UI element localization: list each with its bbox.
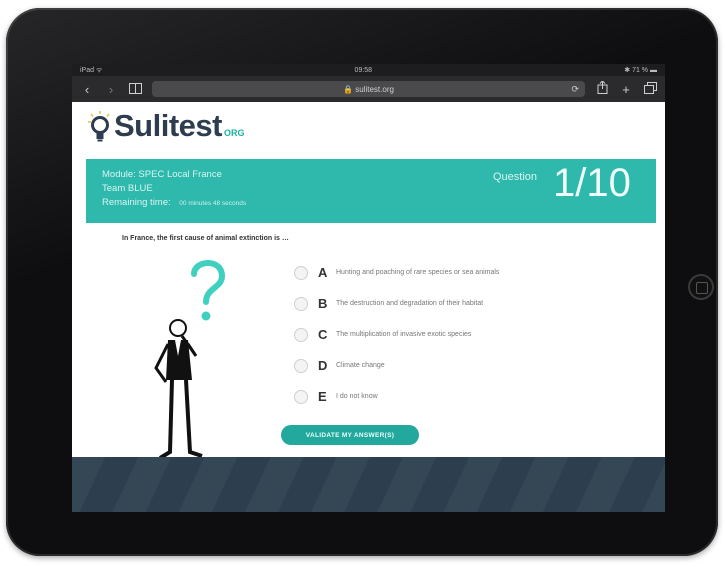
question-counter: 1/10	[553, 161, 631, 205]
answer-text: Climate change	[336, 362, 385, 369]
remaining-time: Remaining time: 00 minutes 48 seconds	[102, 196, 246, 211]
answer-list: A Hunting and poaching of rare species o…	[294, 257, 499, 412]
status-left: iPad ᯤ	[80, 66, 103, 74]
share-icon[interactable]	[595, 80, 609, 97]
new-tab-icon[interactable]: +	[619, 82, 633, 97]
lightbulb-icon	[88, 111, 112, 142]
answer-text: The multiplication of invasive exotic sp…	[336, 331, 472, 338]
browser-toolbar: ‹ › 🔒 sulitest.org ⟳ +	[72, 76, 665, 102]
question-label: Question	[493, 171, 538, 183]
bookmarks-icon[interactable]	[128, 82, 142, 97]
status-bar: iPad ᯤ 09:58 ✱ 71 % ▬	[72, 64, 665, 76]
url-text: 🔒 sulitest.org	[343, 84, 394, 94]
radio-e[interactable]	[294, 389, 308, 404]
back-icon[interactable]: ‹	[80, 82, 94, 97]
home-button[interactable]	[688, 274, 714, 300]
answer-text: I do not know	[336, 393, 378, 400]
address-bar[interactable]: 🔒 sulitest.org ⟳	[152, 81, 585, 97]
module-name: Module: SPEC Local France	[102, 169, 222, 180]
status-time: 09:58	[354, 66, 373, 74]
tablet-screen: iPad ᯤ 09:58 ✱ 71 % ▬ ‹ › 🔒 sulitest.org…	[72, 64, 665, 512]
radio-d[interactable]	[294, 358, 308, 373]
answer-letter: C	[318, 327, 328, 342]
team-name: Team BLUE	[102, 183, 153, 194]
answer-option-d[interactable]: D Climate change	[294, 350, 499, 381]
tabs-icon[interactable]	[643, 81, 657, 97]
remaining-label: Remaining time:	[102, 197, 171, 208]
answer-text: The destruction and degradation of their…	[336, 300, 484, 307]
answer-option-a[interactable]: A Hunting and poaching of rare species o…	[294, 257, 499, 288]
quiz-page: Sulitest ORG Module: SPEC Local France T…	[72, 102, 665, 512]
answer-option-c[interactable]: C The multiplication of invasive exotic …	[294, 319, 499, 350]
session-info: Module: SPEC Local France Team BLUE Rema…	[102, 168, 246, 211]
reload-icon[interactable]: ⟳	[571, 84, 579, 95]
sulitest-logo[interactable]: Sulitest ORG	[88, 108, 244, 144]
question-prompt: In France, the first cause of animal ext…	[122, 235, 289, 242]
answer-option-e[interactable]: E I do not know	[294, 381, 499, 412]
answer-letter: E	[318, 389, 327, 404]
answer-letter: D	[318, 358, 328, 373]
answer-option-b[interactable]: B The destruction and degradation of the…	[294, 288, 499, 319]
radio-a[interactable]	[294, 265, 308, 280]
question-banner: Module: SPEC Local France Team BLUE Rema…	[86, 159, 656, 223]
thinking-stick-figure	[142, 252, 232, 482]
radio-c[interactable]	[294, 327, 308, 342]
answer-text: Hunting and poaching of rare species or …	[336, 269, 500, 276]
status-right: ✱ 71 % ▬	[624, 67, 657, 74]
remaining-value: 00 minutes 48 seconds	[179, 200, 247, 207]
radio-b[interactable]	[294, 296, 308, 311]
footer-band	[72, 457, 665, 512]
forward-icon[interactable]: ›	[104, 82, 118, 97]
validate-answers-button[interactable]: VALIDATE MY ANSWER(S)	[281, 425, 419, 445]
logo-text: Sulitest	[114, 108, 222, 143]
answer-letter: B	[318, 296, 328, 311]
answer-letter: A	[318, 265, 328, 280]
tablet-frame: iPad ᯤ 09:58 ✱ 71 % ▬ ‹ › 🔒 sulitest.org…	[6, 8, 718, 556]
logo-mark: ORG	[223, 128, 245, 138]
